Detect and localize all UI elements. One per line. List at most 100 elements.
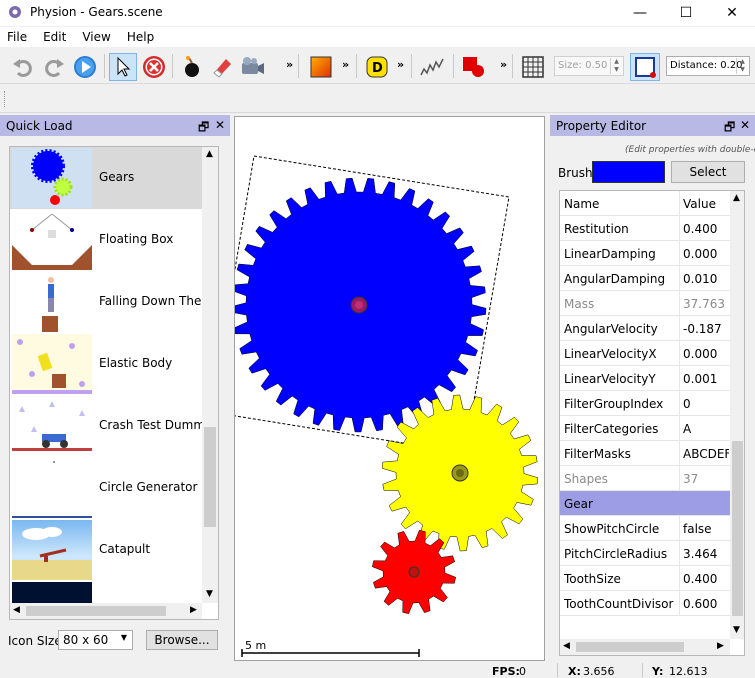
property-row[interactable]: LinearVelocityY 0.001 (560, 366, 730, 391)
property-value[interactable]: false (683, 522, 729, 536)
browse-button[interactable]: Browse... (146, 630, 218, 650)
property-value[interactable]: 0.000 (683, 347, 729, 361)
brush-color-swatch[interactable] (592, 161, 665, 183)
menu-help[interactable]: Help (120, 27, 163, 47)
vertical-scrollbar[interactable]: ▲ ▼ (202, 147, 218, 603)
list-item[interactable]: Falling Down The St (10, 271, 202, 333)
scroll-down-icon[interactable]: ▼ (733, 625, 740, 635)
property-value[interactable]: A (683, 422, 729, 436)
property-row[interactable]: AngularVelocity -0.187 (560, 316, 730, 341)
property-value[interactable]: 37.763 (683, 297, 729, 311)
scroll-thumb[interactable] (26, 606, 166, 616)
grid-icon[interactable] (519, 53, 547, 81)
d-tool-icon[interactable]: D (363, 53, 391, 81)
eraser-icon[interactable] (208, 53, 236, 81)
property-name: Restitution (564, 222, 629, 236)
table-header: Name Value (560, 191, 730, 216)
property-row[interactable]: LinearDamping 0.000 (560, 241, 730, 266)
property-group-row[interactable]: Gear (560, 491, 730, 516)
size-spinbox[interactable]: Size: 0.50 ▲ ▼ (554, 56, 624, 76)
scroll-right-icon[interactable]: ▶ (190, 605, 197, 615)
vertical-scrollbar[interactable]: ▲ ▼ (730, 191, 744, 639)
close-button[interactable]: ✕ (709, 0, 755, 26)
play-icon[interactable] (71, 53, 99, 81)
property-value[interactable]: 0.000 (683, 247, 729, 261)
property-row[interactable]: ToothCountDivisor 0.600 (560, 591, 730, 616)
title-bar: Physion - Gears.scene — ☐ ✕ (0, 0, 755, 26)
property-row[interactable]: Restitution 0.400 (560, 216, 730, 241)
toolbar-overflow[interactable]: » (397, 58, 404, 71)
polygon-tool-icon[interactable] (460, 53, 488, 81)
toolbar-overflow[interactable]: » (500, 58, 507, 71)
gear-axle (408, 566, 420, 578)
property-row[interactable]: FilterMasks ABCDEFGH (560, 441, 730, 466)
y-label: Y: (652, 665, 664, 678)
property-value[interactable]: 0.010 (683, 272, 729, 286)
property-row[interactable]: LinearVelocityX 0.000 (560, 341, 730, 366)
property-row[interactable]: PitchCircleRadius 3.464 (560, 541, 730, 566)
scroll-thumb[interactable] (732, 441, 743, 616)
property-value[interactable]: 0 (683, 397, 729, 411)
list-item[interactable]: Circle Generator (10, 457, 202, 519)
property-value[interactable]: 3.464 (683, 547, 729, 561)
property-row[interactable]: ShowPitchCircle false (560, 516, 730, 541)
toolbar-overflow[interactable]: » (286, 58, 293, 71)
menu-file[interactable]: File (0, 27, 36, 47)
list-item[interactable]: Elastic Body (10, 333, 202, 395)
redo-icon[interactable] (40, 53, 68, 81)
distance-spinbox[interactable]: Distance: 0.20 ▲ ▼ (666, 56, 750, 76)
property-row[interactable]: ToothSize 0.400 (560, 566, 730, 591)
toolbar-overflow[interactable]: » (342, 58, 349, 71)
list-item[interactable]: Crash Test Dummy (10, 395, 202, 457)
close-icon[interactable]: ✕ (740, 118, 750, 132)
box-tool-icon[interactable] (307, 53, 335, 81)
stop-icon[interactable] (140, 53, 168, 81)
menu-view[interactable]: View (75, 27, 119, 47)
property-row[interactable]: Shapes 37 (560, 466, 730, 491)
property-value[interactable]: ABCDEFGH (683, 447, 729, 461)
pointer-icon[interactable] (109, 53, 137, 81)
property-value[interactable]: -0.187 (683, 322, 729, 336)
scene-canvas[interactable]: 5 m (234, 116, 545, 661)
property-row[interactable]: FilterGroupIndex 0 (560, 391, 730, 416)
scroll-right-icon[interactable]: ▶ (717, 641, 724, 651)
close-icon[interactable]: ✕ (215, 118, 225, 132)
scale-label: 5 m (245, 639, 267, 652)
property-row[interactable]: Mass 37.763 (560, 291, 730, 316)
property-row[interactable]: FilterCategories A (560, 416, 730, 441)
property-value[interactable]: 0.400 (683, 222, 729, 236)
list-item[interactable]: Catapult (10, 519, 202, 581)
scroll-up-icon[interactable]: ▲ (206, 149, 213, 159)
camera-icon[interactable] (239, 53, 267, 81)
property-value[interactable]: 0.400 (683, 572, 729, 586)
scroll-up-icon[interactable]: ▲ (733, 193, 740, 203)
scroll-thumb[interactable] (576, 642, 684, 652)
maximize-button[interactable]: ☐ (663, 0, 709, 26)
property-value[interactable]: 37 (683, 472, 729, 486)
quick-load-title: Quick Load (6, 119, 73, 133)
undo-icon[interactable] (9, 53, 37, 81)
select-button[interactable]: Select (671, 161, 745, 183)
horizontal-scrollbar[interactable]: ◀ ▶ (560, 639, 730, 655)
list-item[interactable]: Floating Box (10, 209, 202, 271)
property-value[interactable]: 0.001 (683, 372, 729, 386)
float-icon[interactable]: 🗗 (198, 118, 209, 139)
icon-size-select[interactable]: 80 x 60 ▼ (58, 630, 133, 650)
property-table: Name Value Restitution 0.400 LinearDamping… (559, 190, 745, 656)
property-name: FilterMasks (564, 447, 631, 461)
horizontal-scrollbar[interactable]: ◀ ▶ (10, 603, 202, 619)
property-value[interactable]: 0.600 (683, 597, 729, 611)
property-row[interactable]: AngularDamping 0.010 (560, 266, 730, 291)
scroll-left-icon[interactable]: ◀ (13, 605, 20, 615)
minimize-button[interactable]: — (617, 0, 663, 26)
scroll-left-icon[interactable]: ◀ (563, 641, 570, 651)
menu-edit[interactable]: Edit (36, 27, 75, 47)
snap-icon[interactable] (630, 53, 660, 81)
float-icon[interactable]: 🗗 (724, 118, 735, 139)
bomb-icon[interactable] (177, 53, 205, 81)
scroll-down-icon[interactable]: ▼ (206, 589, 213, 599)
spring-icon[interactable] (418, 53, 446, 81)
list-item[interactable]: Gears (10, 147, 202, 209)
scroll-thumb[interactable] (204, 427, 216, 527)
property-editor-title: Property Editor (556, 119, 647, 133)
